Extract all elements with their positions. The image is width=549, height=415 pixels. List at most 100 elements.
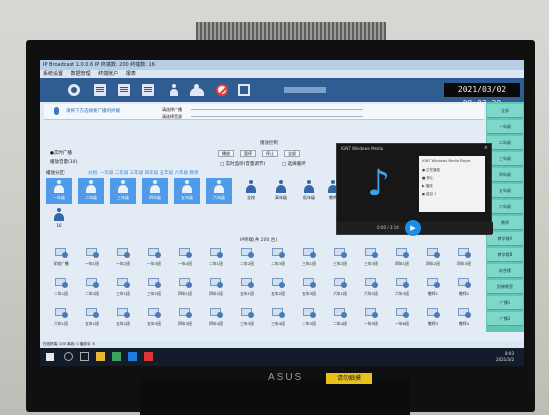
- menu-data[interactable]: 数据管理: [71, 71, 91, 77]
- media-row[interactable]: ● 正在播放: [422, 168, 440, 173]
- group-tile[interactable]: 一年级: [46, 178, 72, 204]
- sidebar-item[interactable]: 四年级: [487, 168, 523, 182]
- terminal-tile[interactable]: 二年4班: [325, 306, 355, 330]
- terminal-tile[interactable]: 三年3班: [232, 306, 262, 330]
- sidebar-item[interactable]: 综合楼: [487, 264, 523, 278]
- terminal-tile[interactable]: 六年1班: [46, 306, 76, 330]
- terminal-tile[interactable]: 教师4: [449, 306, 479, 330]
- sidebar-item[interactable]: 六年级: [487, 200, 523, 214]
- app-icon[interactable]: [144, 352, 153, 361]
- terminal-tile[interactable]: 六年2班: [356, 276, 386, 300]
- terminal-tile[interactable]: 四年3班: [449, 246, 479, 270]
- terminal-tile[interactable]: 五年2班: [263, 276, 293, 300]
- media-row[interactable]: IGNT Windows Media Player: [422, 159, 471, 163]
- app-icon[interactable]: [128, 352, 137, 361]
- group-tile[interactable]: 低年级: [296, 178, 322, 204]
- terminal-tile[interactable]: 一年2班: [108, 246, 138, 270]
- source-field[interactable]: [191, 113, 363, 117]
- terminal-tile[interactable]: 教师3: [418, 306, 448, 330]
- group-icon[interactable]: [190, 84, 204, 96]
- group-tile[interactable]: 四年级: [142, 178, 168, 204]
- group-tile[interactable]: 三年级: [110, 178, 136, 204]
- terminal-tile[interactable]: 三年1班: [294, 246, 324, 270]
- terminal-tile[interactable]: 二年2班: [77, 276, 107, 300]
- media-row[interactable]: ■ 停止: [422, 176, 433, 181]
- pause-button[interactable]: 暂停: [240, 150, 256, 157]
- play-button[interactable]: 播放: [218, 150, 234, 157]
- person-icon[interactable]: [170, 84, 178, 96]
- sidebar-item[interactable]: 二年级: [487, 136, 523, 150]
- terminal-tile[interactable]: 二年2班: [232, 246, 262, 270]
- terminal-tile[interactable]: 二年3班: [294, 306, 324, 330]
- sidebar-item[interactable]: 三年级: [487, 152, 523, 166]
- group-tile[interactable]: 二年级: [78, 178, 104, 204]
- select-all-button[interactable]: 全部: [284, 150, 300, 157]
- tray-clock[interactable]: 8:03 2021/3/2: [496, 351, 514, 363]
- sidebar-item[interactable]: 五年级: [487, 184, 523, 198]
- terminal-tile[interactable]: 三年2班: [139, 276, 169, 300]
- group-tile[interactable]: 16: [46, 206, 72, 232]
- stop-icon[interactable]: [216, 84, 228, 96]
- broadcast-field[interactable]: [191, 106, 363, 110]
- terminal-tile[interactable]: 教师1: [418, 276, 448, 300]
- terminal-tile[interactable]: 五年1班: [77, 306, 107, 330]
- terminal-tile[interactable]: 一年6班: [387, 306, 417, 330]
- menu-report[interactable]: 报表: [126, 71, 136, 77]
- terminal-tile[interactable]: 六年1班: [325, 276, 355, 300]
- terminal-tile[interactable]: 三年2班: [325, 246, 355, 270]
- sidebar-item[interactable]: 教学楼B: [487, 248, 523, 262]
- close-icon[interactable]: ×: [484, 145, 488, 151]
- group-tile[interactable]: 六年级: [206, 178, 232, 204]
- exit-icon[interactable]: [238, 84, 250, 96]
- group-tile[interactable]: 全校: [238, 178, 264, 204]
- loop-checkbox[interactable]: □ 选择循环: [282, 161, 306, 167]
- menu-terminal[interactable]: 终端账户: [98, 71, 118, 77]
- terminal-tile[interactable]: 学校广播: [46, 246, 76, 270]
- terminal-tile[interactable]: 五年3班: [139, 306, 169, 330]
- terminal-tile[interactable]: 四年1班: [387, 246, 417, 270]
- task-view-icon[interactable]: [80, 352, 89, 361]
- terminal-tile[interactable]: 教师2: [449, 276, 479, 300]
- terminal-tile[interactable]: 四年3班: [170, 306, 200, 330]
- terminal-tile[interactable]: 三年4班: [263, 306, 293, 330]
- sidebar-item[interactable]: 广播1: [487, 296, 523, 310]
- terminal-tile[interactable]: 四年2班: [418, 246, 448, 270]
- terminal-tile[interactable]: 六年3班: [387, 276, 417, 300]
- play-icon[interactable]: ▶: [405, 220, 421, 236]
- terminal-tile[interactable]: 三年3班: [356, 246, 386, 270]
- terminal-tile[interactable]: 四年2班: [201, 276, 231, 300]
- terminal-tile[interactable]: 一年3班: [139, 246, 169, 270]
- terminal-tile[interactable]: 一年5班: [356, 306, 386, 330]
- sidebar-item[interactable]: 全部: [487, 104, 523, 118]
- terminal-tile[interactable]: 三年1班: [108, 276, 138, 300]
- group-tile[interactable]: 高年级: [268, 178, 294, 204]
- gear-icon[interactable]: [68, 84, 80, 96]
- terminal-tile[interactable]: 一年4班: [170, 246, 200, 270]
- terminal-tile[interactable]: 五年1班: [232, 276, 262, 300]
- sidebar-item[interactable]: 阶梯教室: [487, 280, 523, 294]
- terminal-tile[interactable]: 四年4班: [201, 306, 231, 330]
- stop-button[interactable]: 停止: [262, 150, 278, 157]
- document-icon[interactable]: [142, 84, 154, 96]
- terminal-tile[interactable]: 二年1班: [201, 246, 231, 270]
- terminal-tile[interactable]: 四年1班: [170, 276, 200, 300]
- folder-icon[interactable]: [96, 352, 105, 361]
- group-tile[interactable]: 五年级: [174, 178, 200, 204]
- terminal-tile[interactable]: 二年3班: [263, 246, 293, 270]
- app-icon[interactable]: [112, 352, 121, 361]
- broadcast-mode-radio[interactable]: ●实时广播: [50, 150, 72, 156]
- media-row[interactable]: ▶ 播放: [422, 184, 433, 189]
- sidebar-item[interactable]: 广播2: [487, 312, 523, 326]
- sidebar-item[interactable]: 教学楼A: [487, 232, 523, 246]
- windows-start-icon[interactable]: [46, 353, 54, 361]
- terminal-tile[interactable]: 一年1班: [77, 246, 107, 270]
- terminal-tile[interactable]: 五年3班: [294, 276, 324, 300]
- monitor-checkbox[interactable]: □ 实时监听(音量调节): [220, 161, 265, 167]
- menu-system[interactable]: 系统设置: [43, 71, 63, 77]
- terminal-tile[interactable]: 五年2班: [108, 306, 138, 330]
- search-icon[interactable]: [64, 352, 73, 361]
- document-icon[interactable]: [94, 84, 106, 96]
- sidebar-item[interactable]: 一年级: [487, 120, 523, 134]
- terminal-tile[interactable]: 二年1班: [46, 276, 76, 300]
- media-row[interactable]: ◼ 曲目 1: [422, 192, 436, 197]
